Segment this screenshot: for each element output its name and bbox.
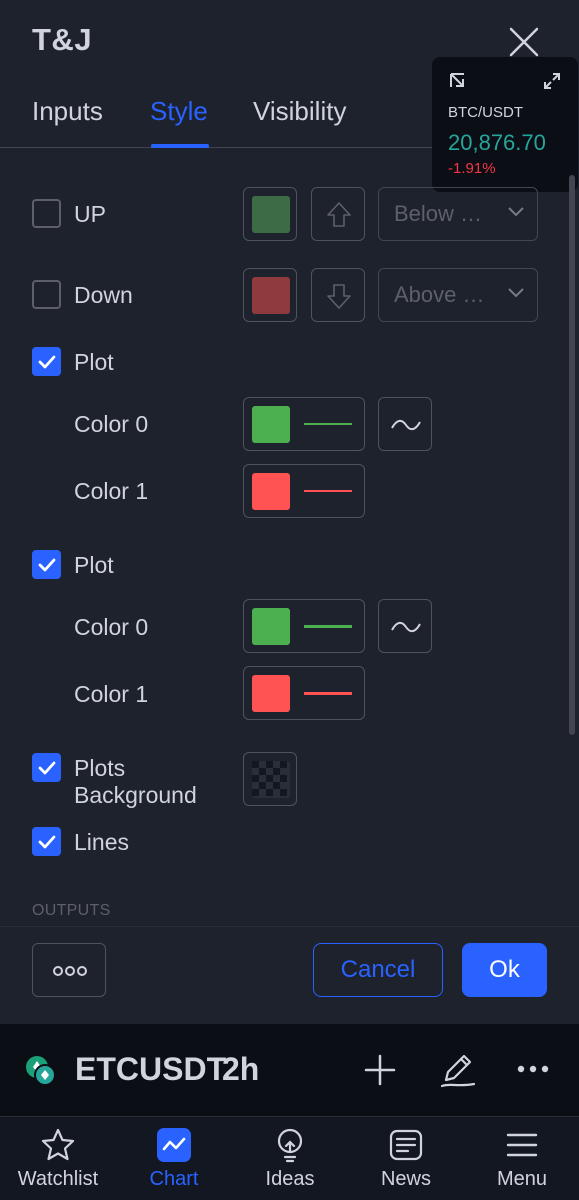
down-color-swatch: [252, 277, 290, 314]
nav-ideas[interactable]: Ideas: [232, 1117, 348, 1200]
plots-background-color-button[interactable]: [243, 752, 297, 806]
ticker-change: -1.91%: [448, 160, 496, 177]
dialog-title: T&J: [32, 22, 93, 57]
down-shape-button[interactable]: [311, 268, 365, 322]
up-label: UP: [74, 201, 106, 227]
checkmark-icon: [38, 835, 56, 849]
up-location-select[interactable]: Below …: [378, 187, 538, 241]
wave-line-icon: [391, 621, 421, 633]
nav-ideas-label: Ideas: [265, 1168, 315, 1190]
nav-chart-label: Chart: [149, 1168, 199, 1190]
line-style-sample: [304, 490, 352, 492]
plot1-color0-label: Color 0: [74, 411, 149, 437]
line-style-sample: [304, 423, 352, 425]
down-location-value: Above …: [394, 282, 485, 307]
nav-watchlist-label: Watchlist: [17, 1168, 99, 1190]
arrow-down-icon: [327, 284, 351, 309]
dialog-footer-divider: [0, 926, 579, 927]
plot2-color0-button[interactable]: [243, 599, 365, 653]
nav-news[interactable]: News: [348, 1117, 464, 1200]
line-style-sample: [304, 625, 352, 628]
lines-checkbox[interactable]: [32, 827, 61, 856]
nav-menu-label: Menu: [496, 1168, 548, 1190]
plot2-color1-swatch: [252, 675, 290, 712]
nav-news-label: News: [380, 1168, 431, 1190]
plot1-label: Plot: [74, 349, 114, 375]
ticker-widget[interactable]: BTC/USDT 20,876.70 -1.91%: [432, 57, 578, 192]
plot2-color1-button[interactable]: [243, 666, 365, 720]
star-icon: [41, 1128, 75, 1161]
plot1-color1-swatch: [252, 473, 290, 510]
scrollbar[interactable]: [569, 175, 575, 735]
news-icon: [389, 1129, 423, 1161]
up-color-swatch: [252, 196, 290, 233]
plot1-color1-button[interactable]: [243, 464, 365, 518]
chart-icon: [157, 1128, 191, 1162]
tab-style[interactable]: Style: [150, 96, 208, 127]
down-checkbox[interactable]: [32, 280, 61, 309]
plots-background-label-line1: Plots: [74, 755, 126, 781]
chevron-down-icon: [508, 288, 524, 298]
nav-menu[interactable]: Menu: [464, 1117, 579, 1200]
plot2-plot-style-button[interactable]: [378, 599, 432, 653]
plot1-color1-label: Color 1: [74, 478, 149, 504]
plot2-label: Plot: [74, 552, 114, 578]
more-options-button[interactable]: [32, 943, 106, 997]
up-color-button[interactable]: [243, 187, 297, 241]
active-tab-indicator: [151, 144, 209, 148]
symbol-name[interactable]: ETCUSDT: [75, 1051, 226, 1088]
plots-background-label-line2: Background: [74, 782, 197, 808]
lines-label: Lines: [74, 829, 129, 855]
nav-watchlist[interactable]: Watchlist: [0, 1117, 116, 1200]
plot2-color0-swatch: [252, 608, 290, 645]
expand-icon[interactable]: [542, 71, 562, 91]
nav-chart[interactable]: Chart: [116, 1117, 232, 1200]
exchange-logo-icon: [26, 1056, 56, 1086]
plot1-color0-swatch: [252, 406, 290, 443]
close-icon: [509, 27, 539, 57]
interval-button[interactable]: 2h: [222, 1051, 259, 1088]
checkmark-icon: [38, 761, 56, 775]
up-location-value: Below …: [394, 201, 483, 226]
up-checkbox[interactable]: [32, 199, 61, 228]
tab-visibility[interactable]: Visibility: [253, 96, 346, 127]
plot2-color0-label: Color 0: [74, 614, 149, 640]
bottom-navigation: Watchlist Chart Ideas News Menu: [0, 1116, 579, 1200]
cancel-button[interactable]: Cancel: [313, 943, 443, 997]
ok-button[interactable]: Ok: [462, 943, 547, 997]
down-location-select[interactable]: Above …: [378, 268, 538, 322]
arrow-up-icon: [327, 202, 351, 227]
lightbulb-icon: [277, 1128, 303, 1163]
line-style-sample: [304, 692, 352, 695]
plot1-color0-button[interactable]: [243, 397, 365, 451]
plot2-color1-label: Color 1: [74, 681, 149, 707]
ticker-price: 20,876.70: [448, 130, 546, 155]
checkmark-icon: [38, 355, 56, 369]
plot2-checkbox[interactable]: [32, 550, 61, 579]
ellipsis-icon: [53, 966, 87, 976]
wave-line-icon: [391, 419, 421, 431]
more-horizontal-icon[interactable]: [516, 1062, 550, 1076]
chevron-down-icon: [508, 207, 524, 217]
outputs-section-heading: OUTPUTS: [32, 902, 111, 919]
checkmark-icon: [38, 558, 56, 572]
hamburger-menu-icon: [506, 1133, 538, 1157]
ticker-symbol: BTC/USDT: [448, 104, 523, 121]
tab-inputs[interactable]: Inputs: [32, 96, 103, 127]
add-icon[interactable]: [362, 1052, 398, 1088]
down-label: Down: [74, 282, 133, 308]
down-color-button[interactable]: [243, 268, 297, 322]
plot1-plot-style-button[interactable]: [378, 397, 432, 451]
transparent-swatch-icon: [252, 761, 290, 798]
up-shape-button[interactable]: [311, 187, 365, 241]
drawing-pen-icon[interactable]: [438, 1050, 478, 1090]
close-button[interactable]: [506, 24, 542, 60]
plots-background-checkbox[interactable]: [32, 753, 61, 782]
collapse-arrow-icon[interactable]: [448, 71, 468, 91]
plot1-checkbox[interactable]: [32, 347, 61, 376]
